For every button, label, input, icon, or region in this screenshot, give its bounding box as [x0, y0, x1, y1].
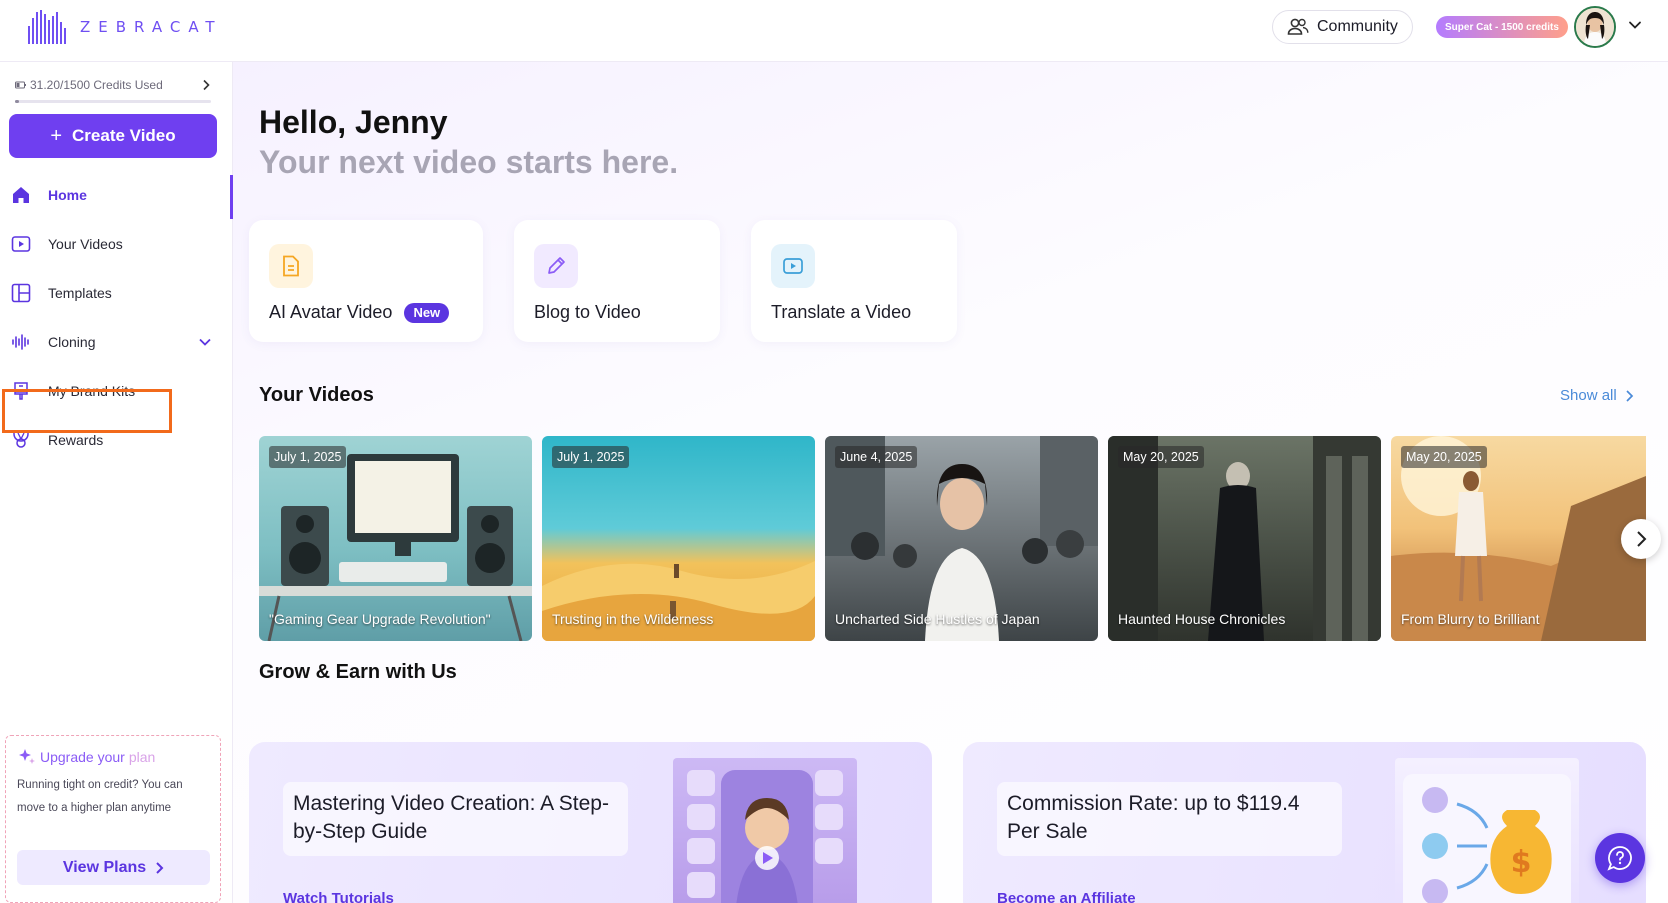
upgrade-title-prefix: Upgrade your — [40, 749, 125, 765]
upgrade-title: Upgrade your plan — [18, 748, 155, 766]
video-card[interactable]: May 20, 2025 Haunted House Chronicles — [1108, 436, 1381, 641]
video-card[interactable]: June 4, 2025 Uncharted Side Hustles of J… — [825, 436, 1098, 641]
watch-tutorials-link[interactable]: Watch Tutorials — [283, 890, 394, 903]
sparkle-icon — [19, 749, 35, 764]
video-date: July 1, 2025 — [269, 446, 347, 468]
chevron-right-icon — [203, 79, 210, 91]
home-icon — [13, 187, 29, 203]
video-icon — [771, 244, 815, 288]
play-icon — [11, 236, 31, 252]
affiliate-promo-card[interactable]: Commission Rate: up to $119.4 Per Sale B… — [963, 742, 1646, 903]
pencil-icon — [534, 244, 578, 288]
greeting-subtitle: Your next video starts here. — [259, 144, 679, 180]
upgrade-plan-card: Upgrade your plan Running tight on credi… — [5, 735, 221, 903]
video-card[interactable]: July 1, 2025 "Gaming Gear Upgrade Revolu… — [259, 436, 532, 641]
main-content: Hello, Jenny Your next video starts here… — [233, 62, 1668, 903]
layout-icon — [11, 283, 31, 303]
sidebar: 31.20/1500 Credits Used + Create Video H… — [0, 62, 233, 903]
action-label: Blog to Video — [534, 302, 641, 322]
video-title: Trusting in the Wilderness — [552, 611, 714, 627]
chevron-right-icon — [1626, 389, 1633, 402]
chevron-down-icon[interactable] — [198, 336, 212, 348]
sidebar-item-templates[interactable]: Templates — [0, 273, 233, 313]
credits-progress-bar — [15, 100, 211, 103]
video-title: Uncharted Side Hustles of Japan — [835, 611, 1040, 627]
users-icon — [1287, 18, 1309, 35]
chevron-down-icon[interactable] — [1628, 18, 1642, 32]
video-date: May 20, 2025 — [1401, 446, 1487, 468]
blog-to-video-card[interactable]: Blog to Video — [514, 220, 720, 342]
affiliate-illustration: $ — [1395, 758, 1579, 903]
community-button[interactable]: Community — [1272, 10, 1413, 44]
sidebar-item-home[interactable]: Home — [0, 175, 233, 219]
create-video-label: Create Video — [72, 126, 176, 145]
create-video-button[interactable]: + Create Video — [9, 114, 217, 158]
chevron-right-icon — [156, 861, 164, 874]
sidebar-item-cloning[interactable]: Cloning — [0, 322, 233, 362]
promo-title: Commission Rate: up to $119.4 Per Sale — [997, 782, 1342, 856]
help-icon — [1607, 846, 1632, 871]
tutorial-illustration — [673, 758, 857, 903]
highlight-annotation — [2, 389, 172, 433]
credits-usage[interactable]: 31.20/1500 Credits Used — [15, 78, 211, 92]
video-date: May 20, 2025 — [1118, 446, 1204, 468]
tutorials-promo-card[interactable]: Mastering Video Creation: A Step-by-Step… — [249, 742, 932, 903]
zebracat-logo[interactable]: ZEBRACAT — [28, 10, 223, 44]
view-plans-button[interactable]: View Plans — [17, 850, 210, 885]
help-chat-button[interactable] — [1595, 833, 1645, 883]
translate-video-card[interactable]: Translate a Video — [751, 220, 957, 342]
trophy-icon — [13, 431, 29, 448]
sidebar-item-label: Cloning — [48, 334, 96, 350]
promo-title: Mastering Video Creation: A Step-by-Step… — [283, 782, 628, 856]
become-affiliate-link[interactable]: Become an Affiliate — [997, 890, 1136, 903]
plus-icon: + — [50, 124, 63, 147]
upgrade-title-suffix: plan — [128, 749, 156, 765]
video-title: "Gaming Gear Upgrade Revolution" — [269, 611, 491, 627]
video-card[interactable]: May 20, 2025 From Blurry to Brilliant — [1391, 436, 1646, 641]
plan-badge[interactable]: Super Cat - 1500 credits — [1436, 16, 1568, 38]
sidebar-item-label: Templates — [48, 285, 112, 301]
video-card[interactable]: July 1, 2025 Trusting in the Wilderness — [542, 436, 815, 641]
action-label: Translate a Video — [771, 302, 912, 322]
sidebar-item-label: Your Videos — [48, 236, 123, 252]
view-plans-label: View Plans — [62, 858, 147, 876]
show-all-link[interactable]: Show all — [1560, 387, 1634, 404]
community-label: Community — [1317, 18, 1398, 35]
greeting: Hello, Jenny — [259, 104, 448, 140]
your-videos-heading: Your Videos — [259, 384, 374, 406]
user-avatar[interactable] — [1574, 6, 1616, 48]
upgrade-description: Running tight on credit? You can move to… — [17, 779, 183, 814]
grow-earn-heading: Grow & Earn with Us — [259, 661, 457, 683]
sidebar-item-your-videos[interactable]: Your Videos — [0, 224, 233, 264]
new-badge: New — [404, 302, 450, 323]
svg-text:$: $ — [1511, 845, 1532, 880]
top-bar: ZEBRACAT Community Super Cat - 1500 cred… — [0, 0, 1668, 62]
video-date: July 1, 2025 — [552, 446, 630, 468]
video-date: June 4, 2025 — [835, 446, 918, 468]
sidebar-item-label: Home — [48, 187, 87, 203]
document-icon — [269, 244, 313, 288]
logo-icon — [28, 10, 66, 44]
carousel-next-button[interactable] — [1621, 519, 1661, 559]
show-all-label: Show all — [1560, 387, 1617, 404]
battery-icon — [15, 81, 26, 89]
video-title: Haunted House Chronicles — [1118, 611, 1286, 627]
video-title: From Blurry to Brilliant — [1401, 611, 1540, 627]
ai-avatar-video-card[interactable]: AI Avatar Video New — [249, 220, 483, 342]
logo-text: ZEBRACAT — [80, 18, 223, 36]
waveform-icon — [12, 334, 29, 350]
action-label: AI Avatar Video — [269, 302, 393, 322]
chevron-right-icon — [1637, 531, 1647, 547]
credits-text: 31.20/1500 Credits Used — [30, 78, 163, 92]
sidebar-item-label: Rewards — [48, 432, 104, 448]
